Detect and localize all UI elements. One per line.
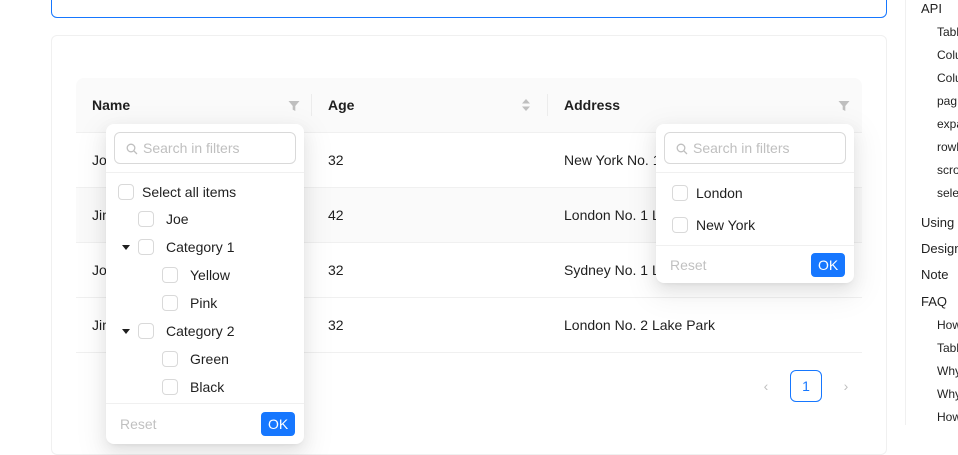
pagination-prev-button[interactable]: ‹ <box>752 372 780 400</box>
filter-checkbox-new-york[interactable] <box>672 217 688 233</box>
caret-down-icon[interactable] <box>122 329 130 334</box>
tree-label-category-1[interactable]: Category 1 <box>166 237 234 257</box>
cell-address: London No. 2 Lake Park <box>564 317 715 333</box>
tree-label-black[interactable]: Black <box>190 377 224 397</box>
anchor-nav-divider <box>905 0 906 425</box>
tree-checkbox-yellow[interactable] <box>162 267 178 283</box>
filter-checkbox-london[interactable] <box>672 185 688 201</box>
divider <box>106 403 304 404</box>
anchor-link[interactable]: How <box>937 318 958 332</box>
name-filter-ok-button[interactable]: OK <box>261 412 296 436</box>
pagination-next-button[interactable]: › <box>832 372 860 400</box>
anchor-link[interactable]: rowl <box>937 140 958 154</box>
anchor-link[interactable]: Note <box>921 267 948 282</box>
tree-label-category-2[interactable]: Category 2 <box>166 321 234 341</box>
address-filter-reset-button[interactable]: Reset <box>670 253 707 277</box>
column-separator <box>311 94 312 116</box>
pagination-page-1[interactable]: 1 <box>790 370 822 402</box>
anchor-link[interactable]: How <box>937 410 958 424</box>
tree-label-joe[interactable]: Joe <box>166 209 189 229</box>
caret-down-icon[interactable] <box>122 245 130 250</box>
search-icon <box>126 142 138 155</box>
code-box-actions-bar <box>51 0 887 18</box>
divider <box>106 172 304 173</box>
divider <box>656 172 854 173</box>
address-filter-search-input[interactable] <box>693 138 843 158</box>
address-filter-ok-button[interactable]: OK <box>811 253 846 277</box>
cell-name: Jo <box>92 262 106 278</box>
cell-age: 32 <box>328 152 344 168</box>
anchor-link[interactable]: Tabl <box>937 341 958 355</box>
cell-address: New York No. 1 <box>564 152 661 168</box>
tree-checkbox-joe[interactable] <box>138 211 154 227</box>
name-filter-dropdown: Select all items Joe Category 1 Yellow P… <box>106 124 304 444</box>
cell-name: Jim <box>92 207 106 223</box>
cell-age: 32 <box>328 262 344 278</box>
tree-checkbox-category-2[interactable] <box>138 323 154 339</box>
anchor-link[interactable]: API <box>921 1 942 16</box>
address-filter-search <box>664 132 846 164</box>
search-icon <box>676 142 688 155</box>
address-filter-dropdown: London New York Reset OK <box>656 124 854 283</box>
anchor-link[interactable]: expa <box>937 117 958 131</box>
name-filter-search-input[interactable] <box>143 138 293 158</box>
sorter-icon[interactable] <box>521 96 531 114</box>
tree-label-pink[interactable]: Pink <box>190 293 217 313</box>
anchor-link[interactable]: Design <box>921 241 958 256</box>
anchor-link[interactable]: FAQ <box>921 294 947 309</box>
name-filter-reset-button[interactable]: Reset <box>120 412 157 436</box>
tree-checkbox-black[interactable] <box>162 379 178 395</box>
cell-age: 42 <box>328 207 344 223</box>
select-all-label[interactable]: Select all items <box>142 182 236 202</box>
divider <box>656 245 854 246</box>
anchor-link[interactable]: Why <box>937 387 958 401</box>
anchor-link[interactable]: pag <box>937 94 957 108</box>
anchor-link[interactable]: Colu <box>937 48 958 62</box>
column-header-address[interactable]: Address <box>564 78 620 132</box>
filter-icon[interactable] <box>288 99 300 111</box>
anchor-link[interactable]: scro <box>937 163 958 177</box>
tree-checkbox-category-1[interactable] <box>138 239 154 255</box>
anchor-link[interactable]: Why <box>937 364 958 378</box>
tree-checkbox-pink[interactable] <box>162 295 178 311</box>
tree-label-yellow[interactable]: Yellow <box>190 265 230 285</box>
column-header-age[interactable]: Age <box>328 78 354 132</box>
cell-name: Jo <box>92 152 106 168</box>
tree-checkbox-green[interactable] <box>162 351 178 367</box>
cell-address: Sydney No. 1 L <box>564 262 660 278</box>
select-all-checkbox[interactable] <box>118 184 134 200</box>
cell-address: London No. 1 L <box>564 207 660 223</box>
column-separator <box>547 94 548 116</box>
filter-label-new-york[interactable]: New York <box>696 215 755 235</box>
filter-icon[interactable] <box>838 99 850 111</box>
name-filter-search <box>114 132 296 164</box>
cell-age: 32 <box>328 317 344 333</box>
anchor-link[interactable]: sele <box>937 186 958 200</box>
cell-name: Jim <box>92 317 106 333</box>
tree-label-green[interactable]: Green <box>190 349 229 369</box>
anchor-link[interactable]: Colu <box>937 71 958 85</box>
anchor-link[interactable]: Tabl <box>937 25 958 39</box>
filter-label-london[interactable]: London <box>696 183 743 203</box>
anchor-link[interactable]: Using i <box>921 215 958 230</box>
